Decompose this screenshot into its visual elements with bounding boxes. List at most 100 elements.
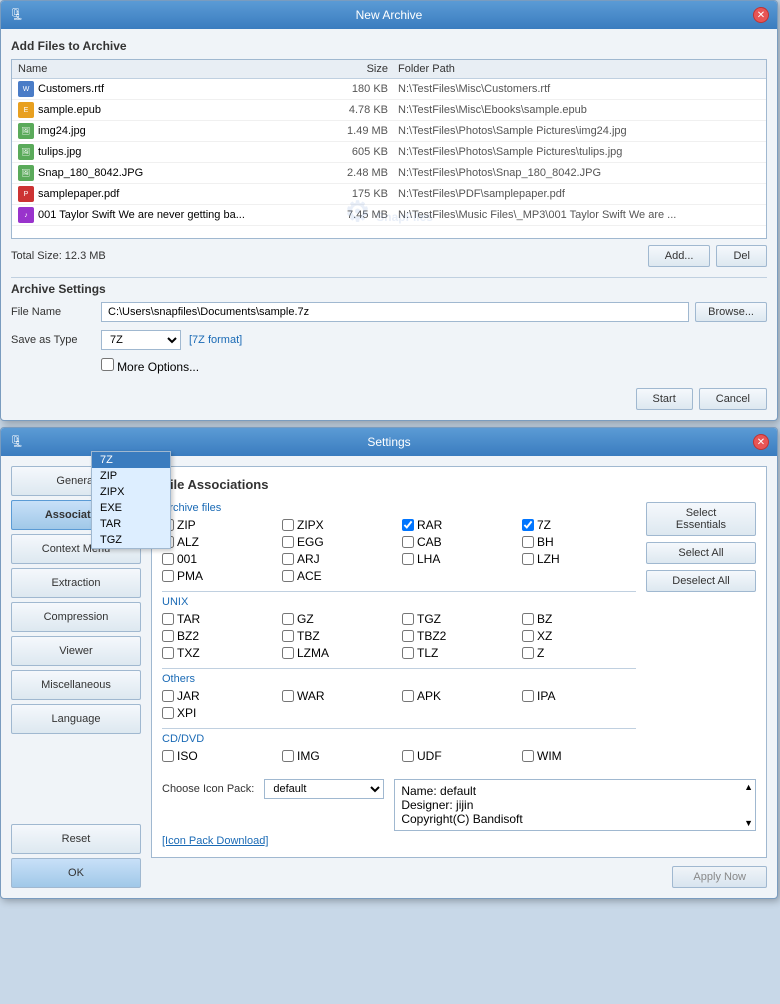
checkbox-apk[interactable] <box>402 690 414 702</box>
checkbox-label-egg: EGG <box>297 535 324 549</box>
checkbox-gz[interactable] <box>282 613 294 625</box>
checkbox-xz[interactable] <box>522 630 534 642</box>
checkbox-ipa[interactable] <box>522 690 534 702</box>
file-size-cell: 1.49 MB <box>308 125 388 137</box>
checkbox-cab[interactable] <box>402 536 414 548</box>
file-name-cell: Snap_180_8042.JPG <box>38 167 308 179</box>
more-options-label[interactable]: More Options... <box>101 358 199 374</box>
sidebar-item-miscellaneous[interactable]: Miscellaneous <box>11 670 141 700</box>
icon-pack-download-link[interactable]: [Icon Pack Download] <box>162 835 756 847</box>
dropdown-item-zipx[interactable]: ZIPX <box>92 484 170 500</box>
checkbox-bh[interactable] <box>522 536 534 548</box>
checkbox-iso[interactable] <box>162 750 174 762</box>
dropdown-item-exe[interactable]: EXE <box>92 500 170 516</box>
checkbox-label-wim: WIM <box>537 749 562 763</box>
table-row[interactable]: P samplepaper.pdf 175 KB N:\TestFiles\PD… <box>12 184 766 205</box>
ok-button[interactable]: OK <box>11 858 141 888</box>
checkbox-tar[interactable] <box>162 613 174 625</box>
dropdown-menu[interactable]: 7Z ZIP ZIPX EXE TAR TGZ <box>91 451 171 549</box>
checkbox-label-xz: XZ <box>537 629 552 643</box>
dropdown-item-tgz[interactable]: TGZ <box>92 532 170 548</box>
checkbox-label-gz: GZ <box>297 612 314 626</box>
checkbox-label-ace: ACE <box>297 569 322 583</box>
checkbox-zipx[interactable] <box>282 519 294 531</box>
checkbox-001[interactable] <box>162 553 174 565</box>
checkbox-tlz[interactable] <box>402 647 414 659</box>
list-item: ACE <box>282 569 396 583</box>
table-row[interactable]: 🖼 img24.jpg 1.49 MB N:\TestFiles\Photos\… <box>12 121 766 142</box>
action-row: Start Cancel <box>11 382 767 410</box>
scroll-down-icon[interactable]: ▼ <box>744 818 753 828</box>
del-button[interactable]: Del <box>716 245 767 267</box>
reset-button[interactable]: Reset <box>11 824 141 854</box>
close-button-settings[interactable]: ✕ <box>753 434 769 450</box>
dropdown-item-zip[interactable]: ZIP <box>92 468 170 484</box>
sidebar-item-compression[interactable]: Compression <box>11 602 141 632</box>
deselect-all-button[interactable]: Deselect All <box>646 570 756 592</box>
checkbox-udf[interactable] <box>402 750 414 762</box>
file-name-input[interactable] <box>101 302 689 322</box>
checkbox-label-arj: ARJ <box>297 552 320 566</box>
checkbox-bz[interactable] <box>522 613 534 625</box>
checkbox-lzma[interactable] <box>282 647 294 659</box>
apply-now-button[interactable]: Apply Now <box>672 866 767 888</box>
table-row[interactable]: E sample.epub 4.78 KB N:\TestFiles\Misc\… <box>12 100 766 121</box>
checkbox-7z[interactable] <box>522 519 534 531</box>
save-type-row: Save as Type 7Z ZIP ZIPX EXE TAR TGZ [7Z… <box>11 330 767 350</box>
checkbox-pma[interactable] <box>162 570 174 582</box>
sidebar-item-viewer[interactable]: Viewer <box>11 636 141 666</box>
checkbox-war[interactable] <box>282 690 294 702</box>
add-button[interactable]: Add... <box>648 245 711 267</box>
checkbox-arj[interactable] <box>282 553 294 565</box>
table-row[interactable]: 🖼 Snap_180_8042.JPG 2.48 MB N:\TestFiles… <box>12 163 766 184</box>
checkbox-bz2[interactable] <box>162 630 174 642</box>
save-type-dropdown[interactable]: 7Z ZIP ZIPX EXE TAR TGZ <box>101 330 181 350</box>
checkbox-label-tgz: TGZ <box>417 612 441 626</box>
cancel-button[interactable]: Cancel <box>699 388 767 410</box>
more-options-checkbox[interactable] <box>101 358 114 371</box>
checkbox-txz[interactable] <box>162 647 174 659</box>
checkbox-lha[interactable] <box>402 553 414 565</box>
checkbox-label-ipa: IPA <box>537 689 555 703</box>
file-name-cell: 001 Taylor Swift We are never getting ba… <box>38 209 308 221</box>
table-row[interactable]: ♪ 001 Taylor Swift We are never getting … <box>12 205 766 226</box>
save-type-label: Save as Type <box>11 334 101 346</box>
table-row[interactable]: 🖼 tulips.jpg 605 KB N:\TestFiles\Photos\… <box>12 142 766 163</box>
checkbox-tgz[interactable] <box>402 613 414 625</box>
browse-button[interactable]: Browse... <box>695 302 767 322</box>
list-item: XPI <box>162 706 276 720</box>
checkbox-lzh[interactable] <box>522 553 534 565</box>
list-item: PMA <box>162 569 276 583</box>
list-item: LZH <box>522 552 636 566</box>
list-item: BZ2 <box>162 629 276 643</box>
checkbox-tbz[interactable] <box>282 630 294 642</box>
checkbox-img[interactable] <box>282 750 294 762</box>
checkbox-egg[interactable] <box>282 536 294 548</box>
file-type-icon: P <box>18 186 34 202</box>
checkbox-rar[interactable] <box>402 519 414 531</box>
checkbox-xpi[interactable] <box>162 707 174 719</box>
checkbox-tbz2[interactable] <box>402 630 414 642</box>
close-button-archive[interactable]: ✕ <box>753 7 769 23</box>
checkbox-ace[interactable] <box>282 570 294 582</box>
checkbox-label-z: Z <box>537 646 544 660</box>
table-row[interactable]: W Customers.rtf 180 KB N:\TestFiles\Misc… <box>12 79 766 100</box>
dropdown-item-tar[interactable]: TAR <box>92 516 170 532</box>
checkbox-wim[interactable] <box>522 750 534 762</box>
sidebar-item-language[interactable]: Language <box>11 704 141 734</box>
select-essentials-button[interactable]: Select Essentials <box>646 502 756 536</box>
dropdown-item-7z[interactable]: 7Z <box>92 452 170 468</box>
content-title: File Associations <box>162 477 756 492</box>
file-path-cell: N:\TestFiles\PDF\samplepaper.pdf <box>388 188 760 200</box>
sidebar-item-extraction[interactable]: Extraction <box>11 568 141 598</box>
start-button[interactable]: Start <box>636 388 693 410</box>
icon-pack-info-designer: Designer: jijin <box>401 798 749 812</box>
select-all-button[interactable]: Select All <box>646 542 756 564</box>
icon-pack-select[interactable]: default <box>264 779 384 799</box>
file-size-cell: 175 KB <box>308 188 388 200</box>
others-grid: JARWARAPKIPAXPI <box>162 689 636 720</box>
cddvd-section: CD/DVD ISOIMGUDFWIM <box>162 733 636 763</box>
checkbox-z[interactable] <box>522 647 534 659</box>
scroll-up-icon[interactable]: ▲ <box>744 782 753 792</box>
checkbox-jar[interactable] <box>162 690 174 702</box>
